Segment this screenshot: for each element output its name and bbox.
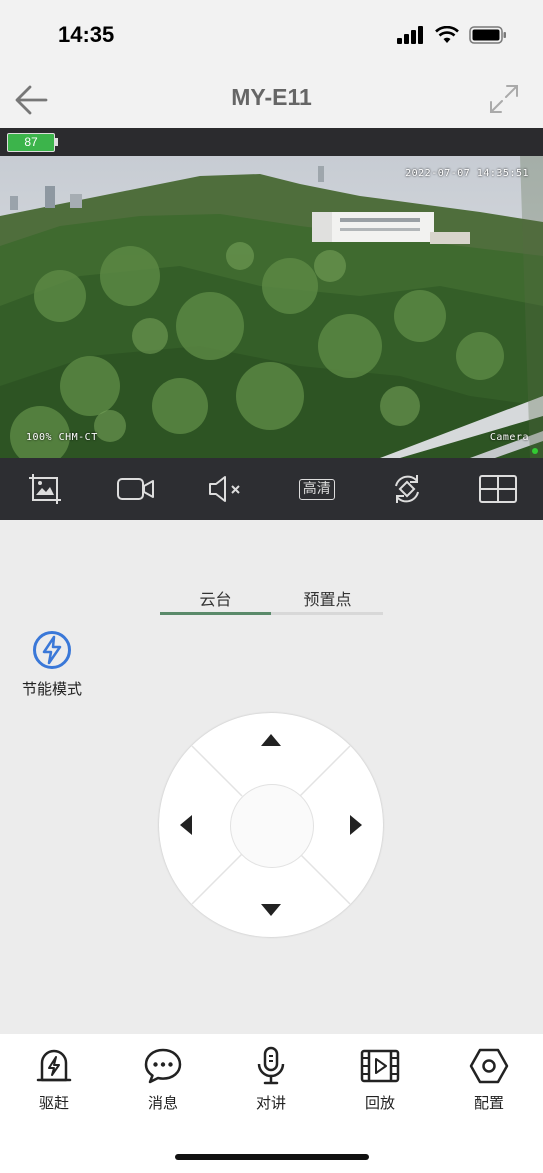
split-view-button[interactable]: [473, 467, 523, 511]
bottom-nav-playback[interactable]: 回放: [340, 1046, 420, 1113]
fullscreen-button[interactable]: [487, 82, 521, 116]
bottom-nav-label: 回放: [364, 1094, 395, 1112]
nav-bar: MY-E11: [0, 72, 543, 128]
rotate-button[interactable]: [382, 467, 432, 511]
arrow-left-icon: [180, 815, 192, 835]
battery-status-icon: [469, 26, 506, 44]
ptz-center: [230, 784, 314, 868]
device-battery-level: 87: [7, 133, 55, 152]
quality-button[interactable]: 高清: [292, 467, 342, 511]
bottom-nav-label: 驱赶: [38, 1094, 69, 1112]
arrow-down-icon: [261, 904, 281, 916]
video-camera-icon: [116, 478, 154, 500]
status-bar: 14:35: [0, 0, 543, 72]
settings-icon: [469, 1048, 509, 1084]
control-tabs: 云台 预置点: [160, 586, 383, 616]
bottom-nav-alarm[interactable]: 驱赶: [14, 1046, 94, 1113]
video-timestamp: 2022-07-07 14:35:51: [405, 168, 529, 179]
tab-underline-active: [160, 612, 271, 615]
bottom-nav-label: 配置: [473, 1094, 504, 1112]
status-icons: [397, 26, 507, 44]
bottom-nav-intercom[interactable]: 对讲: [231, 1046, 311, 1113]
power-mode-label: 节能模式: [21, 680, 82, 698]
bottom-nav-settings[interactable]: 配置: [449, 1046, 529, 1113]
microphone-icon: [257, 1046, 285, 1085]
video-toolbar: 高清: [0, 458, 543, 520]
ptz-left-button[interactable]: [171, 810, 201, 840]
arrow-right-icon: [350, 815, 362, 835]
message-icon: [144, 1048, 182, 1084]
ptz-up-button[interactable]: [256, 725, 286, 755]
wifi-icon: [435, 26, 459, 43]
device-battery-strip: 87: [0, 128, 543, 156]
home-indicator[interactable]: [175, 1154, 369, 1160]
quality-label: 高清: [298, 478, 335, 500]
bottom-nav: 驱赶 消息 对讲 回放 配置: [0, 1034, 543, 1173]
tab-presets[interactable]: 预置点: [272, 586, 383, 610]
ptz-right-button[interactable]: [341, 810, 371, 840]
bottom-nav-messages[interactable]: 消息: [123, 1046, 203, 1113]
snapshot-icon: [29, 474, 62, 504]
status-time: 14:35: [58, 22, 115, 47]
ptz-down-button[interactable]: [256, 895, 286, 925]
video-scene: [0, 156, 543, 458]
speaker-muted-icon: [209, 476, 240, 502]
rotate-icon: [395, 475, 420, 503]
live-video-feed[interactable]: 2022-07-07 14:35:51 100% CHM-CT Camera: [0, 156, 543, 458]
live-indicator: [532, 448, 538, 454]
bottom-nav-label: 消息: [147, 1094, 178, 1112]
snapshot-button[interactable]: [20, 467, 70, 511]
lightning-icon: [33, 631, 71, 669]
power-saving-mode-button[interactable]: 节能模式: [14, 630, 90, 699]
page-title: MY-E11: [231, 84, 312, 110]
signal-icon: [397, 26, 423, 44]
expand-icon: [490, 85, 518, 113]
video-osd-camera: Camera: [489, 432, 529, 443]
tab-ptz[interactable]: 云台: [160, 586, 271, 610]
mute-button[interactable]: [201, 467, 251, 511]
grid-icon: [478, 475, 517, 503]
record-button[interactable]: [111, 467, 161, 511]
bottom-nav-label: 对讲: [255, 1094, 286, 1112]
battery-tip: [55, 138, 58, 146]
ptz-control-pad: [159, 713, 383, 937]
arrow-up-icon: [261, 734, 281, 746]
playback-icon: [360, 1049, 400, 1083]
alarm-icon: [36, 1049, 72, 1082]
video-osd-left: 100% CHM-CT: [26, 432, 98, 443]
